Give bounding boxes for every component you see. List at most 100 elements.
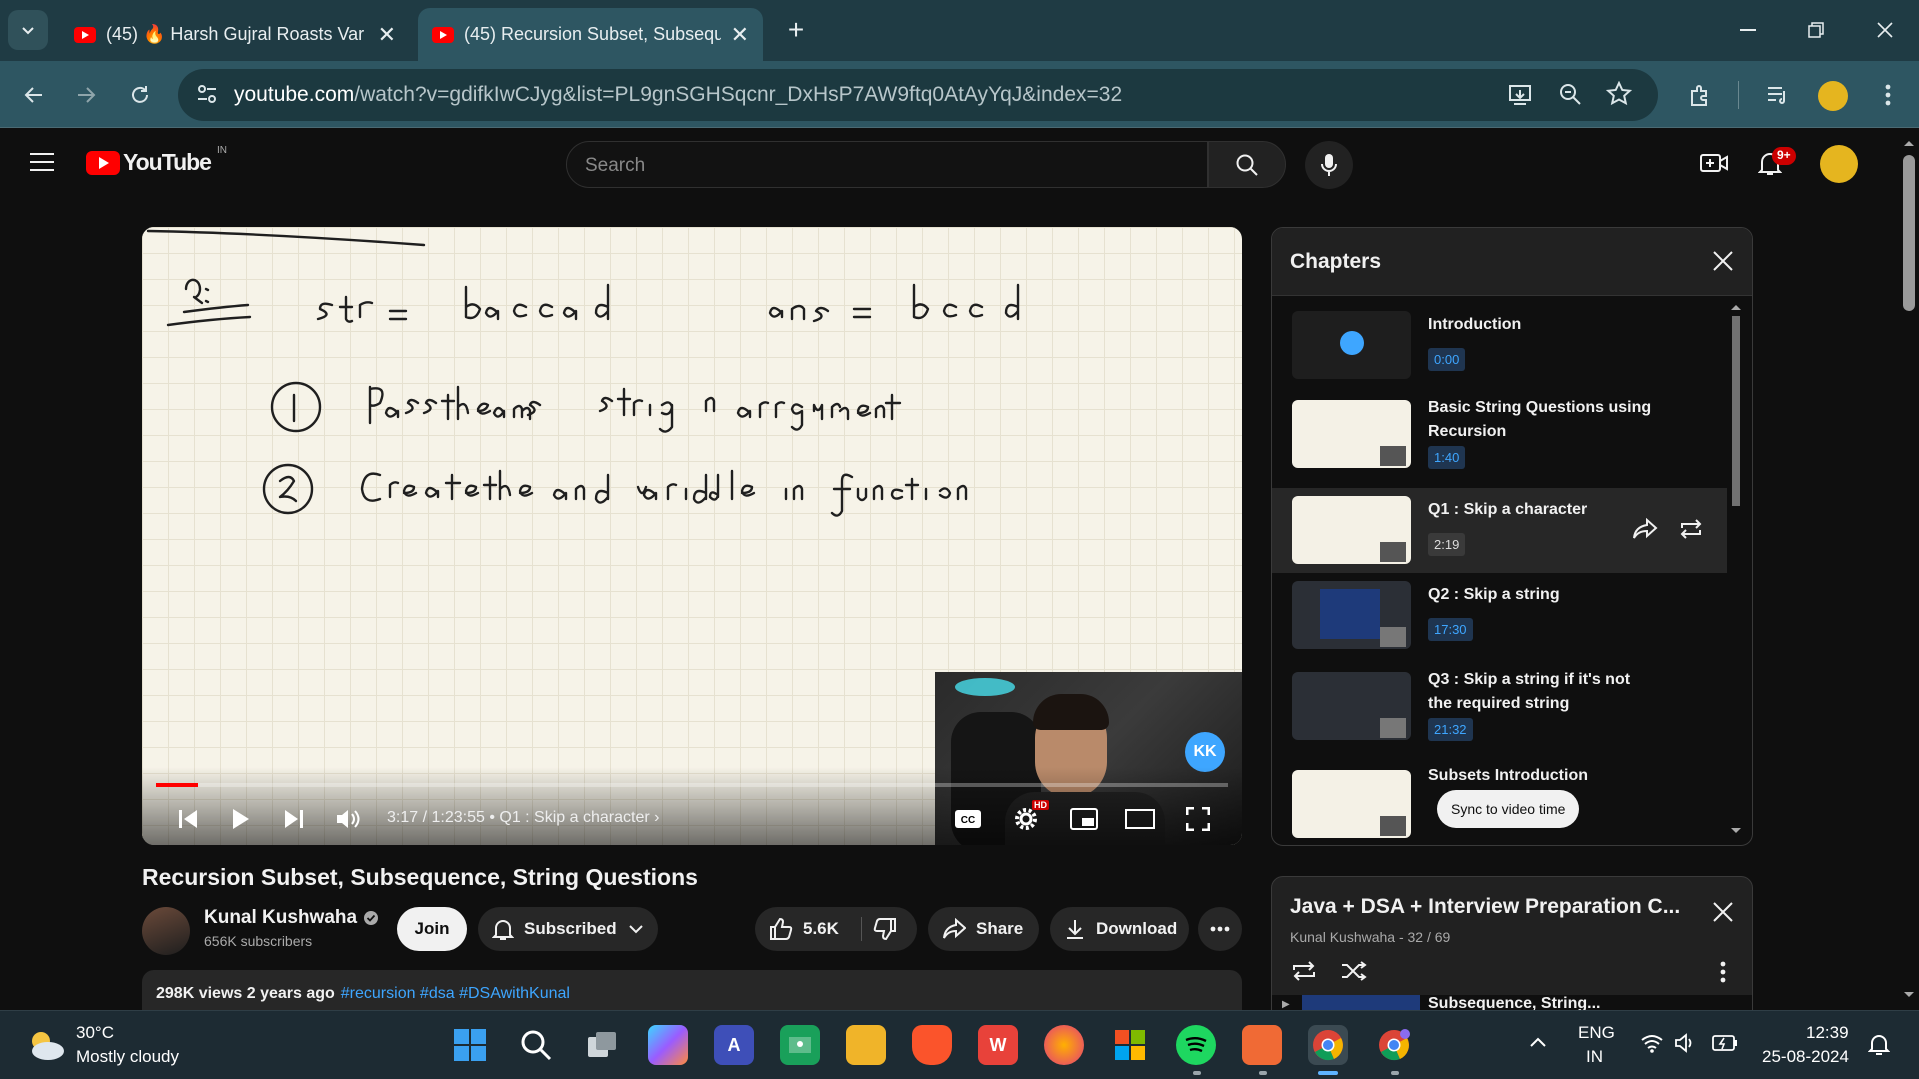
browser-menu-button[interactable] (1868, 75, 1908, 115)
previous-button[interactable] (170, 801, 206, 837)
join-button[interactable]: Join (397, 907, 467, 951)
new-tab-button[interactable]: + (776, 10, 816, 50)
next-button[interactable] (276, 801, 312, 837)
tab-close-icon[interactable]: ✕ (378, 22, 396, 48)
file-explorer-icon[interactable] (846, 1025, 886, 1065)
youtube-logo[interactable]: YouTube IN (86, 145, 227, 176)
channel-avatar[interactable] (142, 907, 190, 955)
show-hidden-icons-chevron-icon[interactable] (1530, 1037, 1546, 1047)
search-input[interactable]: Search (566, 141, 1208, 188)
chapters-scrollbar[interactable] (1730, 302, 1742, 836)
voice-search-button[interactable] (1305, 141, 1353, 189)
extensions-button[interactable] (1680, 75, 1720, 115)
bookmark-star-icon[interactable] (1606, 81, 1632, 107)
progress-bar[interactable] (156, 783, 1228, 787)
video-player[interactable]: KK 3:17 / 1:23:55 • Q1 : Skip a characte… (142, 227, 1242, 845)
presentation-app-icon[interactable] (1242, 1025, 1282, 1065)
page-scrollbar[interactable] (1898, 129, 1919, 1009)
chapter-timestamp[interactable]: 17:30 (1428, 618, 1473, 641)
play-button[interactable] (222, 801, 258, 837)
brave-browser-icon[interactable] (912, 1025, 952, 1065)
subtitles-button[interactable]: CC (950, 801, 986, 837)
close-window-button[interactable] (1855, 10, 1915, 50)
channel-name[interactable]: Kunal Kushwaha (204, 907, 379, 929)
forward-button[interactable] (66, 75, 106, 115)
mute-button[interactable] (330, 801, 366, 837)
sync-to-video-time-button[interactable]: Sync to video time (1437, 790, 1580, 828)
chrome-active-icon[interactable] (1308, 1025, 1348, 1065)
chapter-timestamp[interactable]: 0:00 (1428, 348, 1466, 371)
battery-icon[interactable] (1712, 1035, 1738, 1051)
copilot-app-icon[interactable] (648, 1025, 688, 1065)
notification-center-icon[interactable] (1868, 1033, 1890, 1055)
browser-tab-1[interactable]: (45) 🔥 Harsh Gujral Roasts Var ✕ (60, 8, 410, 61)
firefox-icon[interactable] (1044, 1025, 1084, 1065)
google-classroom-app-icon[interactable] (780, 1025, 820, 1065)
chapter-item[interactable]: Q3 : Skip a string if it's not the requi… (1272, 658, 1727, 753)
account-avatar[interactable] (1820, 145, 1858, 183)
chapter-item[interactable]: Q2 : Skip a string 17:30 (1272, 573, 1727, 658)
restore-button[interactable] (1786, 10, 1846, 50)
subscribed-button[interactable]: Subscribed (478, 907, 658, 951)
chapters-scrollbar-thumb[interactable] (1732, 316, 1740, 506)
reload-button[interactable] (120, 75, 160, 115)
start-button[interactable] (450, 1025, 490, 1065)
chapter-timestamp[interactable]: 1:40 (1428, 446, 1466, 469)
speaker-icon[interactable] (1674, 1033, 1696, 1053)
profile-avatar[interactable] (1818, 81, 1848, 111)
miniplayer-button[interactable] (1066, 801, 1102, 837)
download-button[interactable]: Download (1050, 907, 1189, 951)
chapter-item-current[interactable]: Q1 : Skip a character 2:19 (1272, 488, 1727, 573)
media-control-button[interactable] (1758, 75, 1798, 115)
hamburger-menu-icon[interactable] (30, 153, 54, 171)
minimize-button[interactable] (1718, 10, 1778, 50)
clock-time[interactable]: 12:39 (1806, 1023, 1849, 1043)
spotify-icon[interactable] (1176, 1025, 1216, 1065)
chapter-item[interactable]: Basic String Questions using Recursion 1… (1272, 386, 1727, 478)
share-icon[interactable] (1632, 518, 1658, 540)
cloud-weather-icon[interactable] (26, 1029, 66, 1061)
shuffle-icon[interactable] (1340, 959, 1368, 983)
input-language[interactable]: ENG (1578, 1023, 1615, 1043)
site-info-icon[interactable] (196, 83, 218, 105)
fullscreen-button[interactable] (1180, 801, 1216, 837)
description-box[interactable]: 298K views 2 years ago #recursion #dsa #D… (142, 970, 1242, 1010)
search-button[interactable] (1208, 141, 1286, 188)
svg-text:CC: CC (961, 815, 975, 826)
chapter-item[interactable]: Introduction 0:00 (1272, 303, 1727, 388)
wps-office-icon[interactable]: W (978, 1025, 1018, 1065)
page-scrollbar-thumb[interactable] (1903, 155, 1915, 311)
playlist-title[interactable]: Java + DSA + Interview Preparation C... (1290, 895, 1690, 919)
tab-search-button[interactable] (8, 10, 48, 50)
playlist-loop-icon[interactable] (1290, 959, 1318, 983)
loop-icon[interactable] (1678, 518, 1704, 540)
close-playlist-icon[interactable] (1712, 901, 1734, 923)
install-app-icon[interactable] (1508, 82, 1534, 108)
arc-app-icon[interactable]: A (714, 1025, 754, 1065)
like-button[interactable]: 5.6K (755, 907, 861, 951)
more-actions-button[interactable] (1198, 907, 1242, 951)
create-video-icon[interactable] (1700, 151, 1728, 175)
microsoft-store-icon[interactable] (1110, 1025, 1150, 1065)
dislike-button[interactable] (873, 917, 897, 941)
chrome-profile-icon[interactable] (1374, 1025, 1414, 1065)
hashtags[interactable]: #recursion #dsa #DSAwithKunal (341, 985, 570, 1002)
zoom-icon[interactable] (1558, 82, 1584, 108)
tab-close-icon[interactable]: ✕ (731, 22, 749, 48)
clock-date[interactable]: 25-08-2024 (1762, 1047, 1849, 1067)
input-region[interactable]: IN (1586, 1047, 1603, 1067)
current-chapter-button[interactable]: Q1 : Skip a character (499, 809, 649, 826)
wifi-icon[interactable] (1640, 1033, 1664, 1053)
chapter-timestamp[interactable]: 21:32 (1428, 718, 1473, 741)
share-button[interactable]: Share (928, 907, 1039, 951)
back-button[interactable] (14, 75, 54, 115)
task-view-button[interactable] (582, 1025, 622, 1065)
browser-tab-2[interactable]: (45) Recursion Subset, Subsequ ✕ (418, 8, 763, 61)
chapter-timestamp[interactable]: 2:19 (1428, 533, 1466, 556)
address-bar[interactable]: youtube.com/watch?v=gdifkIwCJyg&list=PL9… (178, 69, 1658, 121)
close-chapters-icon[interactable] (1712, 250, 1734, 272)
channel-watermark[interactable]: KK (1185, 732, 1225, 772)
theater-mode-button[interactable] (1122, 801, 1158, 837)
taskbar-search-button[interactable] (516, 1025, 556, 1065)
playlist-more-icon[interactable] (1720, 961, 1726, 983)
